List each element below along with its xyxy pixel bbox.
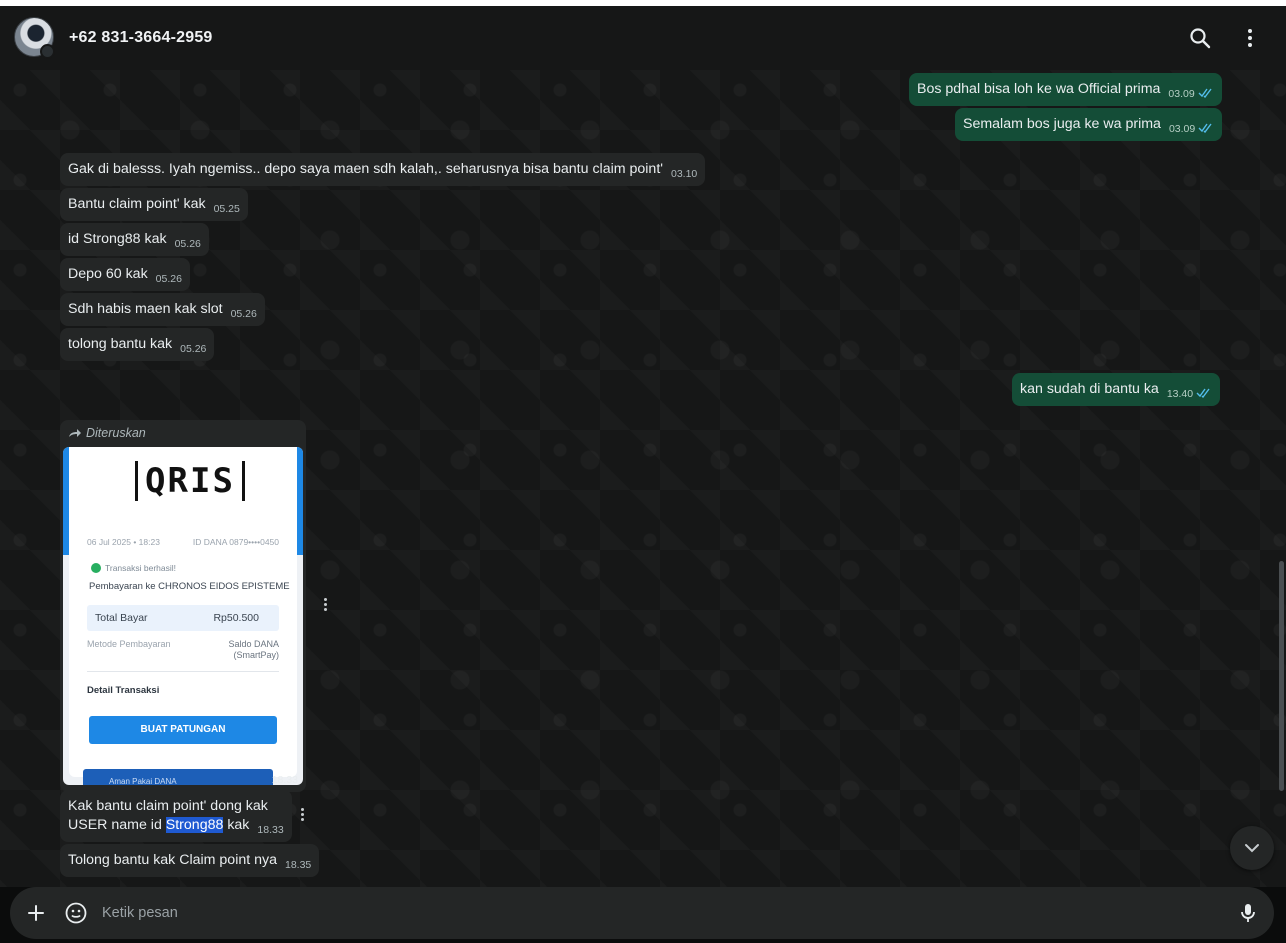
message-options-icon[interactable] xyxy=(322,596,328,616)
message-time: 13.40 xyxy=(1166,388,1194,400)
forward-icon xyxy=(69,429,81,437)
success-check-icon xyxy=(91,563,101,573)
attach-plus-icon[interactable] xyxy=(24,901,48,925)
message-outgoing[interactable]: kan sudah di bantu ka 13.40 xyxy=(1012,373,1221,406)
read-ticks-icon xyxy=(1198,123,1212,133)
receipt-total: Total Bayar Rp50.500 xyxy=(87,605,279,631)
read-ticks-icon xyxy=(1196,388,1210,398)
receipt-strip-text: Aman Pakai DANA xyxy=(109,777,177,785)
whatsapp-app: +62 831-3664-2959 Bos pdhal bisa loh ke … xyxy=(0,6,1286,943)
message-time: 18.33 xyxy=(257,824,284,836)
chat-header: +62 831-3664-2959 xyxy=(0,6,1286,70)
receipt-card: QRIS 06 Jul 2025 • 18:23 ID DANA 0879•••… xyxy=(69,447,297,777)
detail-label: Detail Transaksi xyxy=(87,685,160,696)
buat-patungan-button: BUAT PATUNGAN xyxy=(89,716,277,744)
message-text: Sdh habis maen kak slot xyxy=(68,301,223,317)
method-label: Metode Pembayaran xyxy=(87,639,171,649)
status-ring-icon xyxy=(40,44,55,59)
forwarded-text: Diteruskan xyxy=(86,426,146,440)
message-incoming[interactable]: tolong bantu kak 05.26 xyxy=(60,328,215,361)
message-text: Depo 60 kak xyxy=(68,266,148,282)
total-value: Rp50.500 xyxy=(213,612,259,624)
menu-dots-icon[interactable] xyxy=(1238,26,1262,50)
receipt-payee: Pembayaran ke CHRONOS EIDOS EPISTEME xyxy=(89,581,290,592)
forwarded-label: Diteruskan xyxy=(68,426,146,440)
receipt-status-text: Transaksi berhasil! xyxy=(105,563,177,573)
receipt-date: 06 Jul 2025 • 18:23 xyxy=(87,537,160,547)
message-time: 18.35 xyxy=(285,859,312,871)
chat-scrollbar[interactable] xyxy=(1279,561,1284,791)
composer xyxy=(10,887,1274,939)
message-text: tolong bantu kak xyxy=(68,336,173,352)
contact-name[interactable]: +62 831-3664-2959 xyxy=(69,29,213,47)
message-text: Bos pdhal bisa loh ke wa Official prima xyxy=(917,81,1161,97)
message-text-line2: USER name id xyxy=(68,817,166,833)
message-time: 18.33 xyxy=(271,774,298,786)
message-text: Semalam bos juga ke wa prima xyxy=(963,116,1161,132)
message-text: kan sudah di bantu ka xyxy=(1020,381,1159,397)
receipt-status: Transaksi berhasil! xyxy=(91,563,176,573)
microphone-icon[interactable] xyxy=(1236,901,1260,925)
total-label: Total Bayar xyxy=(95,612,148,624)
message-time: 05.26 xyxy=(230,308,257,320)
message-incoming[interactable]: Bantu claim point' kak 05.25 xyxy=(60,188,248,221)
message-input[interactable] xyxy=(102,897,1202,929)
read-ticks-icon xyxy=(1198,88,1212,98)
sticker-icon[interactable] xyxy=(64,901,88,925)
message-text: Tolong bantu kak Claim point nya xyxy=(68,852,277,868)
message-time: 05.26 xyxy=(174,238,201,250)
method-value-line2: (SmartPay) xyxy=(233,650,279,660)
message-options-icon[interactable] xyxy=(299,806,305,826)
message-text-line2-end: kak xyxy=(223,817,250,833)
scroll-down-button[interactable] xyxy=(1230,826,1274,870)
message-incoming[interactable]: Gak di balesss. Iyah ngemiss.. depo saya… xyxy=(60,153,706,186)
message-outgoing[interactable]: Bos pdhal bisa loh ke wa Official prima 0… xyxy=(909,73,1222,106)
message-incoming[interactable]: Tolong bantu kak Claim point nya 18.35 xyxy=(60,844,320,877)
message-incoming[interactable]: Depo 60 kak 05.26 xyxy=(60,258,190,291)
highlighted-text: Strong88 xyxy=(165,817,224,833)
message-time: 03.09 xyxy=(1168,123,1196,135)
message-text-line1: Kak bantu claim point' dong kak xyxy=(68,798,268,814)
message-incoming[interactable]: Sdh habis maen kak slot 05.26 xyxy=(60,293,265,326)
message-text: Bantu claim point' kak xyxy=(68,196,206,212)
method-value-line1: Saldo DANA xyxy=(228,639,279,649)
message-text: Gak di balesss. Iyah ngemiss.. depo saya… xyxy=(68,161,663,177)
receipt-divider xyxy=(87,671,279,672)
message-incoming[interactable]: id Strong88 kak 05.26 xyxy=(60,223,209,256)
message-text: id Strong88 kak xyxy=(68,231,167,247)
receipt-account: ID DANA 0879••••0450 xyxy=(192,537,279,547)
message-time: 05.26 xyxy=(155,273,182,285)
message-outgoing[interactable]: Semalam bos juga ke wa prima 03.09 xyxy=(955,108,1223,141)
message-incoming[interactable]: Kak bantu claim point' dong kak USER nam… xyxy=(60,790,292,842)
message-time: 03.09 xyxy=(1168,88,1195,100)
chevron-down-icon xyxy=(1245,844,1259,853)
search-icon[interactable] xyxy=(1188,26,1212,50)
receipt-image[interactable]: QRIS 06 Jul 2025 • 18:23 ID DANA 0879•••… xyxy=(63,447,303,785)
message-time: 03.10 xyxy=(670,168,698,180)
composer-footer xyxy=(0,887,1286,943)
qris-logo: QRIS xyxy=(135,461,245,501)
method-value: Saldo DANA (SmartPay) xyxy=(228,639,279,661)
message-time: 05.25 xyxy=(213,203,240,215)
forwarded-image-message[interactable]: Diteruskan QRIS 06 Jul 2025 • 18:23 ID D… xyxy=(60,420,306,792)
message-time: 05.26 xyxy=(180,343,207,355)
